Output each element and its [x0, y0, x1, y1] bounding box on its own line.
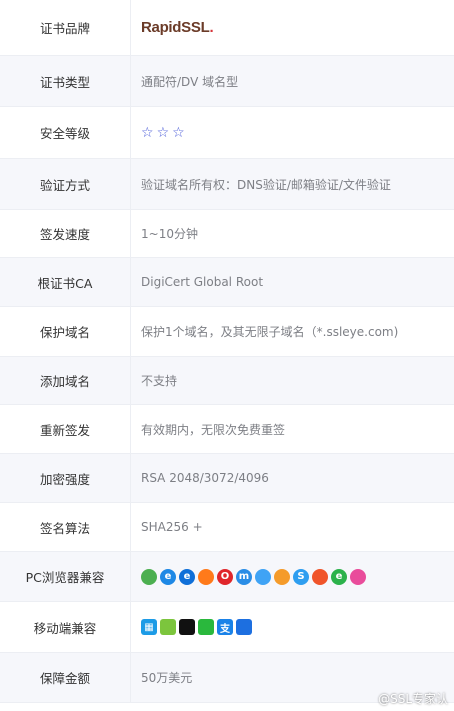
- spec-label: 加密强度: [0, 454, 131, 502]
- spec-row-issuance-speed: 签发速度 1~10分钟: [0, 210, 454, 258]
- apple-icon: [179, 619, 195, 635]
- spec-value: 有效期内，无限次免费重签: [141, 422, 286, 437]
- spec-label: 移动端兼容: [0, 602, 131, 652]
- spec-value: 验证域名所有权：DNS验证/邮箱验证/文件验证: [141, 177, 391, 192]
- chrome-icon: [141, 568, 157, 585]
- certificate-spec-table: 证书品牌 RapidSSL. 证书类型 通配符/DV 域名型 安全等级 ☆ ☆ …: [0, 0, 454, 711]
- star-icon: ☆: [172, 124, 185, 141]
- spec-row-validation: 验证方式 验证域名所有权：DNS验证/邮箱验证/文件验证: [0, 159, 454, 210]
- spec-row-brand: 证书品牌 RapidSSL.: [0, 0, 454, 56]
- star-icon: ☆: [141, 124, 154, 141]
- ie-icon: e: [160, 568, 176, 585]
- spec-value: eeOmSe: [131, 552, 454, 601]
- other-browser-icon: [350, 568, 366, 585]
- spec-label: 签名算法: [0, 503, 131, 551]
- spec-value: RSA 2048/3072/4096: [141, 471, 269, 485]
- spec-label: 重新签发: [0, 405, 131, 453]
- pc-browser-icons: eeOmSe: [141, 568, 366, 585]
- opera-icon: O: [217, 568, 233, 585]
- qq-browser-icon: [255, 568, 271, 585]
- spec-row-reissue: 重新签发 有效期内，无限次免费重签: [0, 405, 454, 454]
- spec-label: 签发速度: [0, 210, 131, 257]
- alipay-icon: 支: [217, 619, 233, 635]
- baidu-browser-icon: [312, 568, 328, 585]
- uc-browser-icon: [274, 568, 290, 585]
- spec-value: ▦ 支: [131, 602, 454, 652]
- edge-icon: e: [179, 568, 195, 585]
- spec-label: 根证书CA: [0, 258, 131, 306]
- rapidssl-logo: RapidSSL.: [141, 19, 214, 36]
- spec-row-root-ca: 根证书CA DigiCert Global Root: [0, 258, 454, 307]
- watermark: @SSL专家认: [378, 692, 448, 706]
- spec-label: 保障金额: [0, 653, 131, 702]
- security-stars: ☆ ☆ ☆: [141, 125, 185, 141]
- spec-row-type: 证书类型 通配符/DV 域名型: [0, 56, 454, 107]
- mobile-platform-icons: ▦ 支: [141, 619, 252, 635]
- spec-label: 安全等级: [0, 107, 131, 158]
- spec-value: 不支持: [141, 374, 178, 388]
- spec-value: ☆ ☆ ☆: [131, 107, 454, 158]
- sogou-icon: S: [293, 568, 309, 585]
- spec-value: 通配符/DV 域名型: [141, 74, 239, 89]
- 360-browser-icon: e: [331, 568, 347, 585]
- spec-row-pc-browsers: PC浏览器兼容 eeOmSe: [0, 552, 454, 602]
- spec-row-add-domains: 添加域名 不支持: [0, 357, 454, 405]
- firefox-icon: [198, 568, 214, 585]
- spec-row-protected-domains: 保护域名 保护1个域名，及其无限子域名（*.ssleye.com): [0, 307, 454, 357]
- star-icon: ☆: [156, 124, 170, 141]
- wechat-icon: [198, 619, 214, 635]
- spec-label: 验证方式: [0, 159, 131, 209]
- spec-label: 保护域名: [0, 307, 131, 356]
- spec-label: PC浏览器兼容: [0, 552, 131, 601]
- spec-row-signature: 签名算法 SHA256 +: [0, 503, 454, 552]
- windows-icon: ▦: [141, 619, 157, 635]
- spec-row-encryption: 加密强度 RSA 2048/3072/4096: [0, 454, 454, 503]
- android-icon: [160, 619, 176, 635]
- maxthon-icon: m: [236, 568, 252, 585]
- spec-value: RapidSSL.: [131, 0, 454, 55]
- spec-value: SHA256 +: [141, 520, 203, 534]
- spec-value: DigiCert Global Root: [141, 275, 264, 289]
- spec-row-security-level: 安全等级 ☆ ☆ ☆: [0, 107, 454, 159]
- spec-label: 证书品牌: [0, 0, 131, 55]
- spec-value: 保护1个域名，及其无限子域名（*.ssleye.com): [141, 325, 399, 339]
- spec-label: 证书类型: [0, 56, 131, 106]
- spec-value: 1~10分钟: [141, 227, 198, 241]
- spec-row-mobile: 移动端兼容 ▦ 支: [0, 602, 454, 653]
- safari-icon: [236, 619, 252, 635]
- spec-label: 添加域名: [0, 357, 131, 404]
